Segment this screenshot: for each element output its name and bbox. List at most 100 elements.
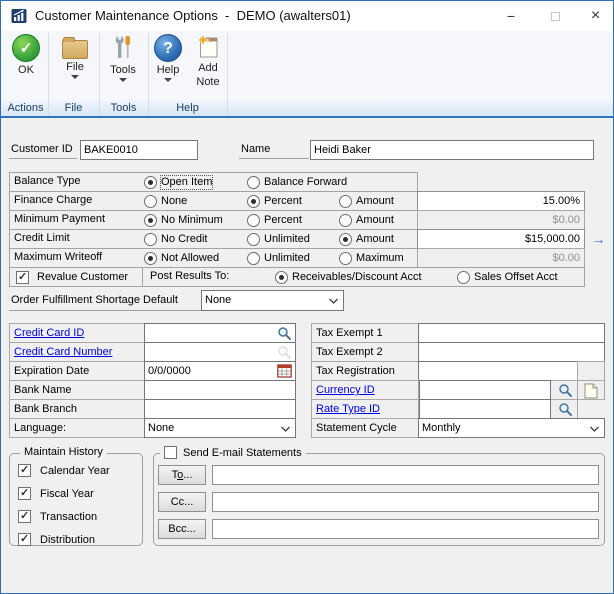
radio-receivables-discount-acct[interactable]: Receivables/Discount Acct (275, 271, 422, 284)
radio-no-minimum[interactable]: No Minimum (144, 214, 223, 227)
credit-limit-expansion-button[interactable]: → (589, 231, 608, 248)
fiscal-year-checkbox[interactable]: Fiscal Year (18, 487, 94, 500)
distribution-checkbox[interactable]: Distribution (18, 533, 95, 546)
radio-icon[interactable] (144, 252, 157, 265)
radio-icon[interactable] (339, 252, 352, 265)
radio-unlimited[interactable]: Unlimited (247, 233, 310, 246)
chevron-down-icon (328, 298, 339, 305)
radio-amount[interactable]: Amount (339, 195, 394, 208)
radio-icon[interactable] (339, 233, 352, 246)
tools-menu-button[interactable]: Tools (101, 34, 145, 82)
send-email-statements-header[interactable]: Send E-mail Statements (160, 446, 306, 459)
send-email-statements-group: Send E-mail Statements To... Cc... Bcc..… (153, 453, 605, 546)
radio-amount[interactable]: Amount (339, 233, 394, 246)
radio-balance-forward[interactable]: Balance Forward (247, 176, 347, 189)
currency-id-field[interactable] (419, 380, 551, 400)
ok-button-label: OK (18, 64, 34, 76)
revalue-customer-checkbox[interactable]: Revalue Customer (16, 271, 128, 284)
tax-exempt-1-field[interactable] (418, 323, 605, 343)
bcc-button[interactable]: Bcc... (158, 519, 206, 539)
tax-exempt-2-field[interactable] (418, 342, 605, 362)
rate-type-id-link[interactable]: Rate Type ID (316, 403, 380, 415)
title-bar[interactable]: Customer Maintenance Options - DEMO (awa… (1, 1, 613, 31)
transaction-checkbox[interactable]: Transaction (18, 510, 97, 523)
radio-open-item[interactable]: Open Item (144, 176, 212, 189)
calendar-icon[interactable] (277, 364, 292, 378)
credit-card-number-field[interactable] (144, 342, 296, 362)
radio-icon[interactable] (144, 214, 157, 227)
expiration-date-field[interactable]: 0/0/0000 (144, 361, 296, 381)
checkbox-icon[interactable] (18, 487, 31, 500)
group-label-actions: Actions (3, 101, 48, 116)
checkbox-icon[interactable] (18, 533, 31, 546)
radio-icon[interactable] (247, 176, 260, 189)
radio-amount[interactable]: Amount (339, 214, 394, 227)
radio-icon[interactable] (339, 214, 352, 227)
radio-maximum[interactable]: Maximum (339, 252, 404, 265)
bcc-field[interactable] (212, 519, 599, 539)
language-dropdown[interactable]: None (144, 418, 296, 438)
lookup-icon[interactable] (558, 402, 573, 417)
radio-none[interactable]: None (144, 195, 187, 208)
radio-icon[interactable] (247, 233, 260, 246)
rate-type-id-field[interactable] (419, 399, 551, 419)
radio-percent[interactable]: Percent (247, 214, 302, 227)
statement-cycle-dropdown[interactable]: Monthly (418, 418, 605, 438)
file-menu-button[interactable]: File (53, 34, 97, 79)
credit-card-number-link[interactable]: Credit Card Number (14, 346, 112, 358)
bank-branch-field[interactable] (144, 399, 296, 419)
radio-no-credit[interactable]: No Credit (144, 233, 207, 246)
bank-name-field[interactable] (144, 380, 296, 400)
finance-charge-value-field[interactable]: 15.00% (417, 191, 585, 211)
credit-card-id-link[interactable]: Credit Card ID (14, 327, 84, 339)
currency-note-button[interactable] (577, 380, 605, 400)
divider (99, 33, 100, 116)
order-fulfillment-shortage-dropdown[interactable]: None (201, 290, 344, 311)
radio-percent[interactable]: Percent (247, 195, 302, 208)
radio-label: Receivables/Discount Acct (292, 271, 422, 284)
calendar-year-checkbox[interactable]: Calendar Year (18, 464, 110, 477)
radio-sales-offset-acct[interactable]: Sales Offset Acct (457, 271, 558, 284)
radio-icon[interactable] (247, 195, 260, 208)
close-button[interactable]: × (577, 1, 614, 31)
radio-icon[interactable] (457, 271, 470, 284)
maximize-icon (551, 12, 560, 21)
radio-label: Not Allowed (161, 252, 219, 265)
radio-icon[interactable] (247, 214, 260, 227)
minimize-button[interactable]: − (489, 1, 533, 31)
radio-label: None (161, 195, 187, 208)
language-label-cell: Language: (9, 418, 145, 438)
checkbox-icon[interactable] (18, 510, 31, 523)
checkbox-icon[interactable] (16, 271, 29, 284)
credit-limit-value-field[interactable]: $15,000.00 (417, 229, 585, 249)
checkbox-icon[interactable] (164, 446, 177, 459)
radio-icon[interactable] (144, 195, 157, 208)
file-button-label: File (66, 61, 84, 73)
help-menu-button[interactable]: ? Help (149, 34, 187, 82)
credit-card-id-field[interactable] (144, 323, 296, 343)
maximize-button (533, 1, 577, 31)
radio-icon[interactable] (247, 252, 260, 265)
customer-id-field[interactable]: BAKE0010 (80, 140, 198, 160)
radio-not-allowed[interactable]: Not Allowed (144, 252, 219, 265)
radio-unlimited[interactable]: Unlimited (247, 252, 310, 265)
radio-icon[interactable] (275, 271, 288, 284)
radio-icon[interactable] (339, 195, 352, 208)
name-field[interactable]: Heidi Baker (310, 140, 594, 160)
radio-icon[interactable] (144, 176, 157, 189)
tax-registration-field[interactable] (418, 361, 578, 381)
cc-field[interactable] (212, 492, 599, 512)
to-field[interactable] (212, 465, 599, 485)
checkbox-icon[interactable] (18, 464, 31, 477)
to-button[interactable]: To... (158, 465, 206, 485)
radio-label: Amount (356, 195, 394, 208)
lookup-icon[interactable] (558, 383, 573, 398)
radio-icon[interactable] (144, 233, 157, 246)
lookup-icon[interactable] (277, 326, 292, 341)
ribbon-group-band: Actions File Tools Help (1, 101, 613, 116)
cc-button[interactable]: Cc... (158, 492, 206, 512)
ok-button[interactable]: ✓ OK (4, 34, 48, 76)
currency-id-link[interactable]: Currency ID (316, 384, 375, 396)
add-note-button[interactable]: Add Note (187, 34, 229, 88)
minimum-payment-value-field: $0.00 (417, 210, 585, 230)
